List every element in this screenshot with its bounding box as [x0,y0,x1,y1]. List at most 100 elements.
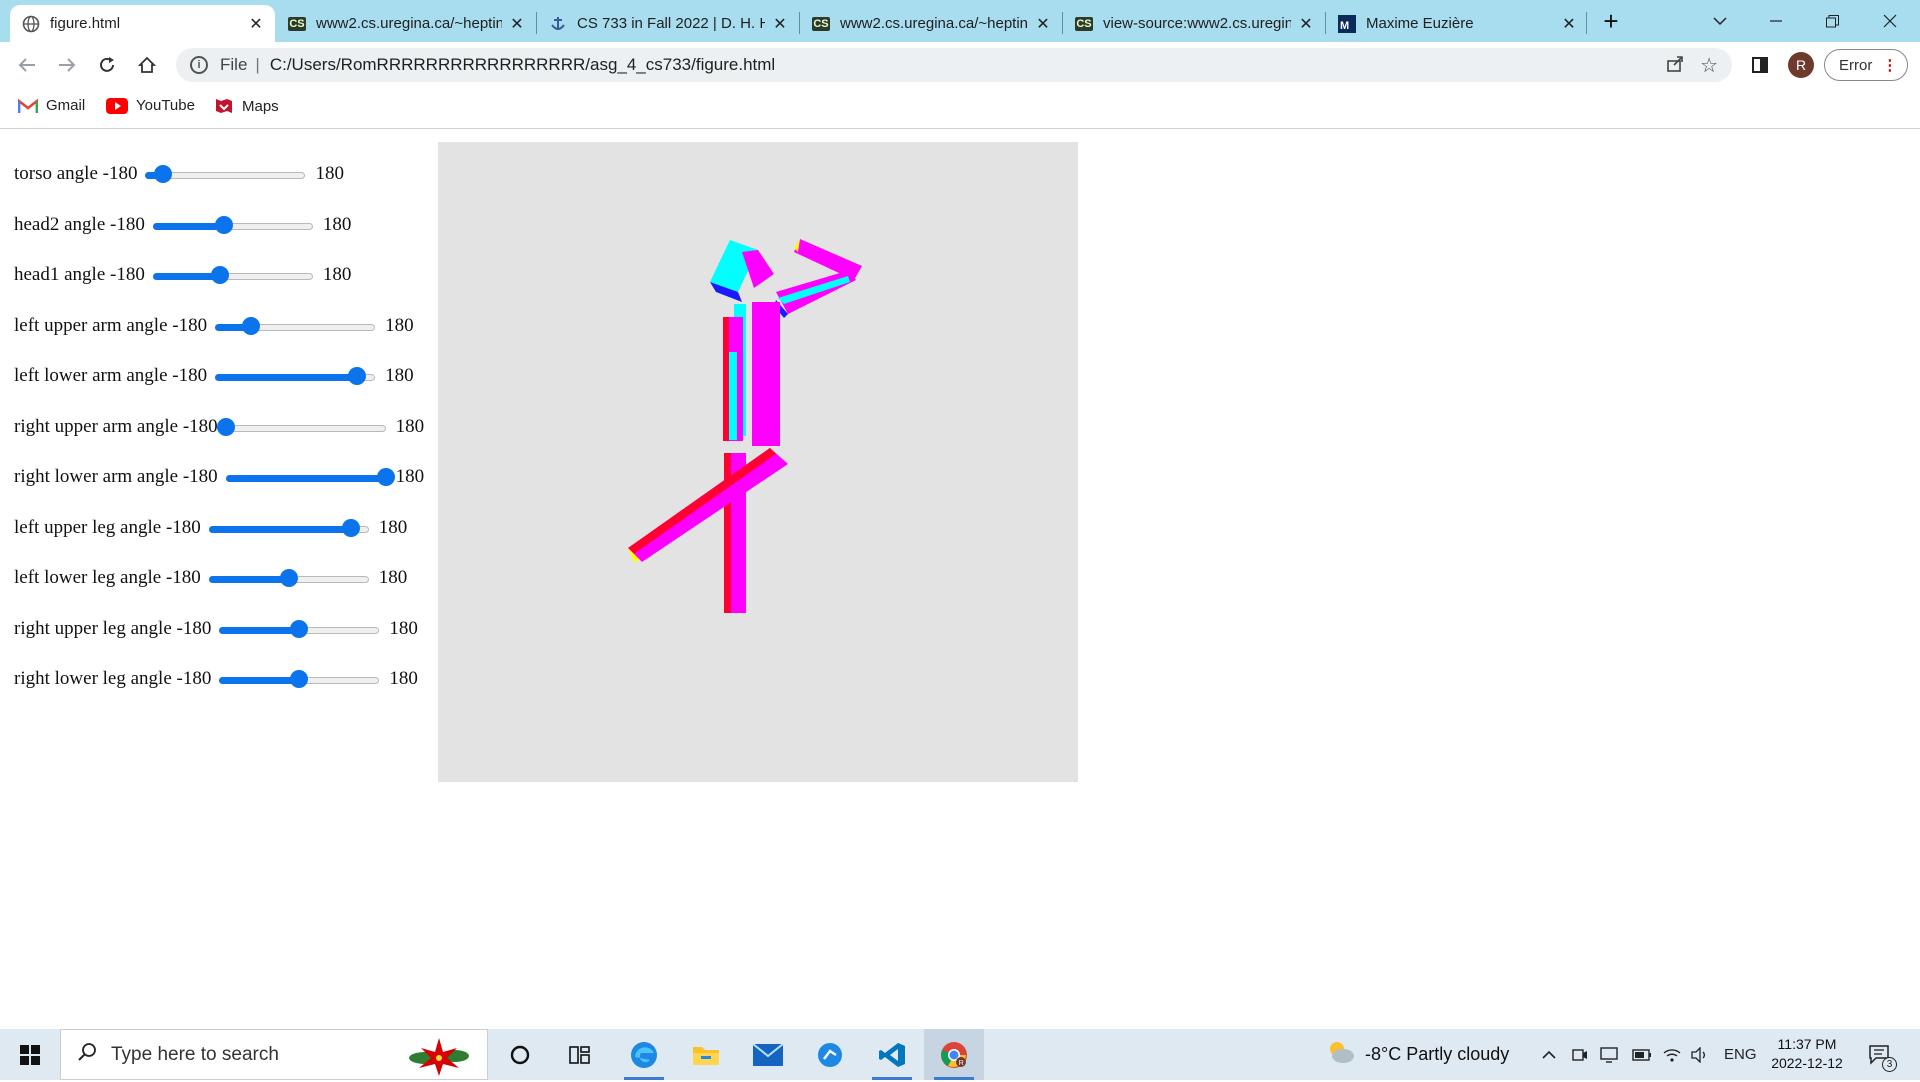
vscode-icon[interactable] [862,1029,922,1080]
search-placeholder: Type here to search [111,1043,279,1065]
slider-thumb[interactable] [214,215,233,234]
angle-control: left lower arm angle -180 180 [14,361,414,391]
wifi-icon[interactable] [1662,1029,1682,1080]
cortana-icon[interactable] [490,1029,550,1080]
slider-thumb[interactable] [210,266,229,284]
bookmark-label: Maps [242,97,279,115]
share-icon[interactable] [1666,55,1684,78]
angle-slider[interactable] [216,416,386,438]
slider-thumb[interactable] [290,670,309,688]
close-tab-icon[interactable]: ✕ [1034,14,1052,34]
youtube-icon [106,97,128,114]
tab-title: Maxime Euzière [1366,15,1474,32]
bookmark-maps[interactable]: Maps [214,97,279,115]
angle-slider[interactable] [208,517,369,539]
url-text[interactable]: C:/Users/RomRRRRRRRRRRRRRRRRR/asg_4_cs73… [270,55,775,75]
angle-slider[interactable] [152,264,313,286]
bookmark-star-icon[interactable]: ☆ [1700,53,1718,78]
tab-search-chevron-icon[interactable] [1692,0,1748,42]
control-label: head1 angle [14,264,106,285]
partly-cloudy-icon [1325,1039,1355,1070]
tab-maxime[interactable]: M Maxime Euzière ✕ [1326,5,1588,42]
slider-thumb[interactable] [216,417,235,436]
angle-slider[interactable] [219,668,380,690]
tab-cs733[interactable]: CS 733 in Fall 2022 | D. H. H ✕ [537,5,799,42]
head-piece-upper [774,239,862,318]
volume-icon[interactable] [1690,1029,1710,1080]
minimize-icon[interactable] [1748,0,1804,42]
close-tab-icon[interactable]: ✕ [771,14,789,34]
bookmark-youtube[interactable]: YouTube [106,97,195,114]
angle-control: right lower arm angle -180 180 [14,462,424,492]
angle-control: left upper arm angle -180 180 [14,311,414,341]
slider-thumb[interactable] [290,619,309,638]
tab-uregina-1[interactable]: CS www2.cs.uregina.ca/~heptin ✕ [276,5,536,42]
tab-title: www2.cs.uregina.ca/~heptin [316,15,502,32]
control-min: -180 [110,264,145,285]
reload-icon[interactable] [92,50,122,80]
angle-slider[interactable] [215,365,376,387]
close-window-icon[interactable] [1862,0,1918,42]
page-content: torso angle -180 180 head2 angle -180 180 he… [0,129,1920,1029]
address-bar[interactable]: i File | C:/Users/RomRRRRRRRRRRRRRRRRR/a… [176,48,1732,82]
maxime-icon: M [1338,14,1356,33]
angle-slider[interactable] [225,466,395,488]
url-separator: | [255,55,260,74]
forward-icon[interactable] [52,50,82,80]
file-explorer-icon[interactable] [676,1029,736,1080]
profile-avatar[interactable]: R [1788,52,1814,78]
clock[interactable]: 11:37 PM 2022-12-12 [1762,1035,1852,1073]
close-tab-icon[interactable]: ✕ [1560,14,1578,34]
slider-thumb[interactable] [154,165,173,183]
angle-slider[interactable] [145,163,306,185]
chrome-icon[interactable]: R [924,1029,984,1080]
taskbar-search[interactable]: Type here to search [60,1029,488,1080]
slider-thumb[interactable] [376,468,395,486]
show-hidden-icons-chevron-icon[interactable] [1542,1029,1556,1080]
back-icon[interactable] [12,50,42,80]
edge-icon[interactable] [614,1029,674,1080]
control-min: -180 [172,314,208,336]
home-icon[interactable] [132,50,162,80]
language-indicator[interactable]: ENG [1724,1029,1757,1080]
close-tab-icon[interactable]: ✕ [508,14,526,34]
tab-figure[interactable]: figure.html ✕ [10,5,275,42]
display-icon[interactable] [1600,1029,1618,1080]
close-tab-icon[interactable]: ✕ [247,14,265,34]
slider-thumb[interactable] [348,367,367,385]
bookmark-gmail[interactable]: Gmail [18,97,85,114]
side-panel-icon[interactable] [1752,57,1768,73]
restore-icon[interactable] [1804,0,1860,42]
control-label: torso angle [14,163,98,184]
notifications-icon[interactable]: 3 [1868,1029,1897,1080]
figure-canvas [438,142,1078,782]
angle-control: right lower leg angle -180 180 [14,664,418,694]
angle-control: left lower leg angle -180 180 [14,563,407,593]
angle-slider[interactable] [219,618,380,640]
tab-uregina-2[interactable]: CS www2.cs.uregina.ca/~heptin ✕ [800,5,1062,42]
angle-control: head2 angle -180 180 [14,210,351,240]
angle-slider[interactable] [152,214,313,236]
mail-icon[interactable] [738,1029,798,1080]
slider-thumb[interactable] [279,569,298,587]
slider-thumb[interactable] [241,316,260,335]
weather-widget[interactable]: -8°C Partly cloudy [1325,1029,1509,1080]
new-tab-icon[interactable]: + [1584,0,1638,42]
task-view-icon[interactable] [550,1029,610,1080]
control-min: -180 [176,668,212,689]
control-max: 180 [385,365,414,386]
info-icon[interactable]: i [190,56,208,74]
control-label: right upper arm angle [14,415,179,437]
tab-view-source[interactable]: CS view-source:www2.cs.uregin ✕ [1063,5,1325,42]
slider-thumb[interactable] [341,518,360,537]
angle-slider[interactable] [208,567,369,589]
close-tab-icon[interactable]: ✕ [1297,14,1315,34]
meet-now-icon[interactable] [1572,1029,1588,1080]
battery-icon[interactable] [1632,1029,1652,1080]
app-icon[interactable] [800,1029,860,1080]
angle-slider[interactable] [215,315,376,337]
control-max: 180 [322,264,352,285]
slider-fill [208,576,289,583]
error-button[interactable]: Error ⋮ [1824,49,1908,81]
windows-start-icon[interactable] [0,1029,60,1080]
